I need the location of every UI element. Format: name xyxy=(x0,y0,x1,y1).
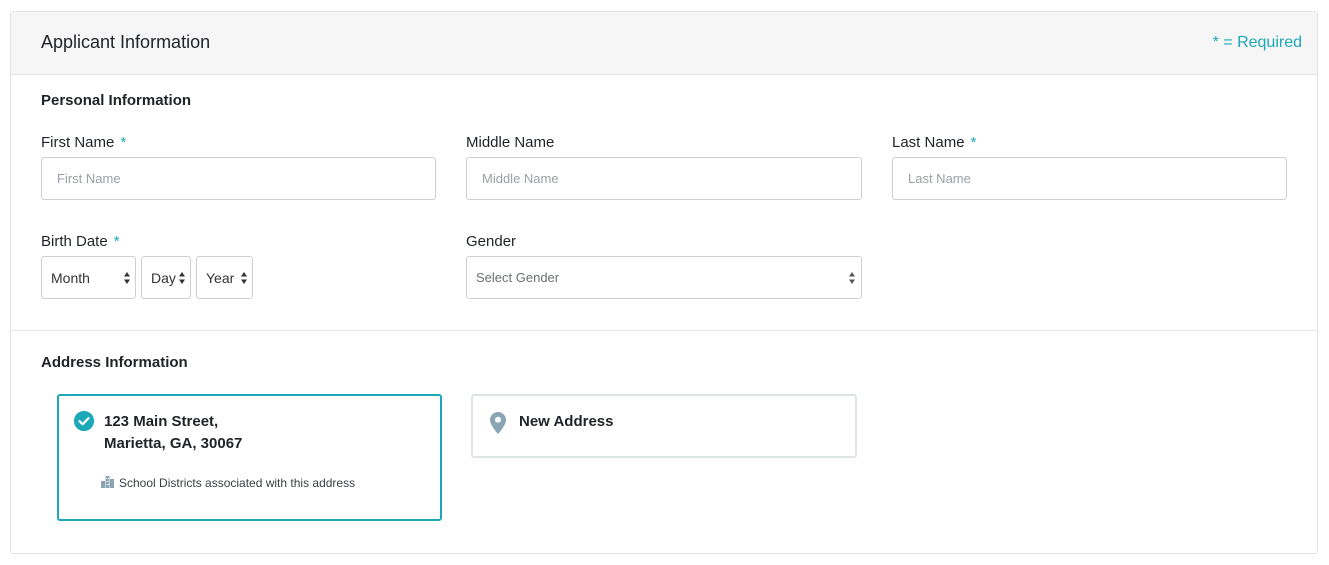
new-address-label: New Address xyxy=(519,413,614,430)
select-arrows-icon xyxy=(241,271,247,284)
select-arrows-icon xyxy=(124,271,130,284)
birth-year-value: Year xyxy=(206,269,235,286)
required-asterisk: * xyxy=(113,233,120,250)
address-line-1: 123 Main Street, xyxy=(104,413,219,430)
gender-value: Select Gender xyxy=(476,270,560,285)
section-divider xyxy=(11,330,1317,331)
select-arrows-icon xyxy=(179,271,185,284)
birth-month-value: Month xyxy=(51,269,90,286)
first-name-label-text: First Name xyxy=(41,134,115,151)
birth-date-label: Birth Date * xyxy=(41,233,120,250)
gender-label: Gender xyxy=(466,233,517,250)
gender-select[interactable]: Select Gender xyxy=(466,256,862,299)
middle-name-label: Middle Name xyxy=(466,134,555,151)
last-name-label: Last Name * xyxy=(892,134,976,151)
selected-address-card[interactable]: 123 Main Street, Marietta, GA, 30067 Sch… xyxy=(57,394,442,521)
birth-day-select[interactable]: Day xyxy=(141,256,191,299)
first-name-label: First Name * xyxy=(41,134,126,151)
building-icon xyxy=(101,476,114,488)
card-title: Applicant Information xyxy=(41,32,211,52)
address-information-title: Address Information xyxy=(41,354,188,371)
check-circle-icon xyxy=(74,411,94,431)
select-arrows-icon xyxy=(849,271,855,284)
required-asterisk: * xyxy=(970,134,977,151)
birth-day-value: Day xyxy=(151,269,176,286)
last-name-input[interactable] xyxy=(892,157,1287,200)
map-pin-icon xyxy=(490,412,506,434)
required-asterisk: * xyxy=(120,134,127,151)
school-districts-link[interactable]: School Districts associated with this ad… xyxy=(119,476,355,490)
birth-year-select[interactable]: Year xyxy=(196,256,253,299)
birth-month-select[interactable]: Month xyxy=(41,256,136,299)
required-legend: * = Required xyxy=(1212,34,1302,51)
new-address-card[interactable]: New Address xyxy=(471,394,857,458)
personal-information-title: Personal Information xyxy=(41,92,192,109)
address-line-2: Marietta, GA, 30067 xyxy=(104,435,243,452)
middle-name-input[interactable] xyxy=(466,157,862,200)
last-name-label-text: Last Name xyxy=(892,134,965,151)
card-header: Applicant Information * = Required xyxy=(11,12,1317,75)
first-name-input[interactable] xyxy=(41,157,436,200)
birth-date-label-text: Birth Date xyxy=(41,233,108,250)
applicant-information-card: Applicant Information * = Required Perso… xyxy=(10,11,1318,554)
